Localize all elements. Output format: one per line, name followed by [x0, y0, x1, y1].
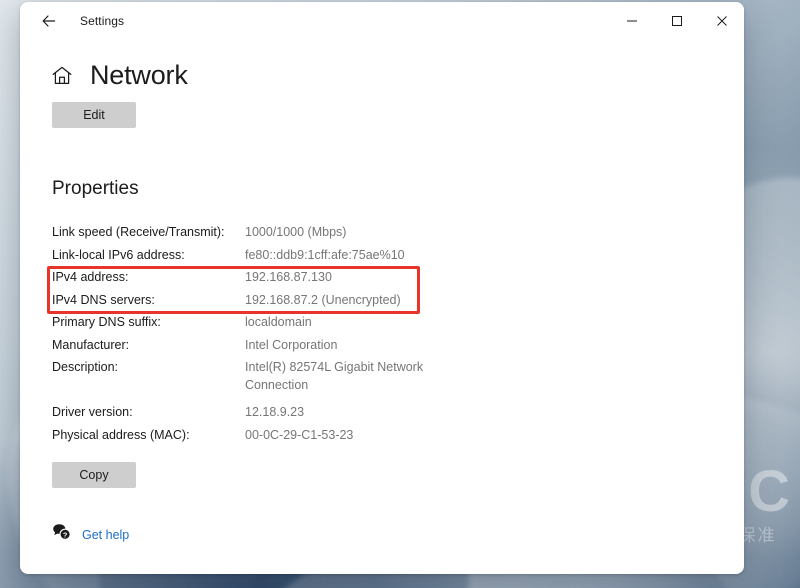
- property-label: Physical address (MAC):: [52, 427, 190, 442]
- property-value: localdomain: [245, 315, 312, 329]
- property-value: 00-0C-29-C1-53-23: [245, 427, 354, 442]
- property-value: 1000/1000 (Mbps): [245, 225, 347, 239]
- get-help-label: Get help: [82, 527, 130, 542]
- property-value: fe80::ddb9:1cff:afe:75ae%10: [245, 247, 405, 262]
- property-label: IPv4 DNS servers:: [52, 292, 155, 307]
- properties-table: Link speed (Receive/Transmit): 1000/1000…: [47, 221, 714, 447]
- property-value: Intel Corporation: [245, 337, 338, 352]
- section-title-properties: Properties: [52, 178, 139, 199]
- property-label: Link-local IPv6 address:: [52, 247, 185, 262]
- arrow-left-icon: [41, 13, 57, 29]
- settings-window: Settings Network Edit Properties Link sp…: [20, 2, 744, 574]
- table-row: Driver version: 12.18.9.23: [52, 401, 714, 424]
- property-label: Description:: [52, 360, 118, 374]
- table-row: Physical address (MAC): 00-0C-29-C1-53-2…: [52, 424, 714, 447]
- settings-content: Network Edit Properties Link speed (Rece…: [20, 40, 744, 574]
- window-titlebar[interactable]: Settings: [20, 2, 744, 40]
- page-header: Network: [50, 60, 714, 91]
- maximize-button[interactable]: [654, 2, 699, 40]
- back-button[interactable]: [32, 6, 66, 36]
- property-value: 12.18.9.23: [245, 405, 305, 419]
- property-label: Primary DNS suffix:: [52, 315, 161, 329]
- help-chat-icon: ?: [52, 523, 71, 546]
- get-help-link[interactable]: ? Get help: [52, 523, 129, 546]
- property-label: IPv4 address:: [52, 270, 129, 284]
- home-icon[interactable]: [50, 64, 74, 88]
- window-title: Settings: [80, 14, 125, 28]
- property-label: Link speed (Receive/Transmit):: [52, 225, 225, 239]
- close-button[interactable]: [699, 2, 744, 40]
- table-row: Link speed (Receive/Transmit): 1000/1000…: [52, 221, 714, 244]
- page-title: Network: [90, 60, 188, 90]
- property-value: 192.168.87.2 (Unencrypted): [245, 292, 401, 307]
- property-label: Driver version:: [52, 405, 133, 419]
- table-row: IPv4 DNS servers: 192.168.87.2 (Unencryp…: [52, 289, 714, 312]
- window-caption-buttons: [609, 2, 744, 40]
- maximize-icon: [671, 15, 683, 27]
- minimize-button[interactable]: [609, 2, 654, 40]
- table-row: Description: Intel(R) 82574L Gigabit Net…: [52, 356, 714, 394]
- copy-button[interactable]: Copy: [52, 462, 136, 488]
- property-value: 192.168.87.130: [245, 270, 332, 284]
- property-value: Intel(R) 82574L Gigabit Network Connecti…: [245, 360, 424, 392]
- table-row: Manufacturer: Intel Corporation: [52, 334, 714, 357]
- close-icon: [716, 15, 728, 27]
- svg-text:?: ?: [63, 530, 68, 539]
- table-row: Link-local IPv6 address: fe80::ddb9:1cff…: [52, 244, 714, 267]
- property-label: Manufacturer:: [52, 337, 130, 352]
- edit-button[interactable]: Edit: [52, 102, 136, 128]
- table-row: IPv4 address: 192.168.87.130: [52, 266, 714, 289]
- minimize-icon: [626, 15, 638, 27]
- table-row: Primary DNS suffix: localdomain: [52, 311, 714, 334]
